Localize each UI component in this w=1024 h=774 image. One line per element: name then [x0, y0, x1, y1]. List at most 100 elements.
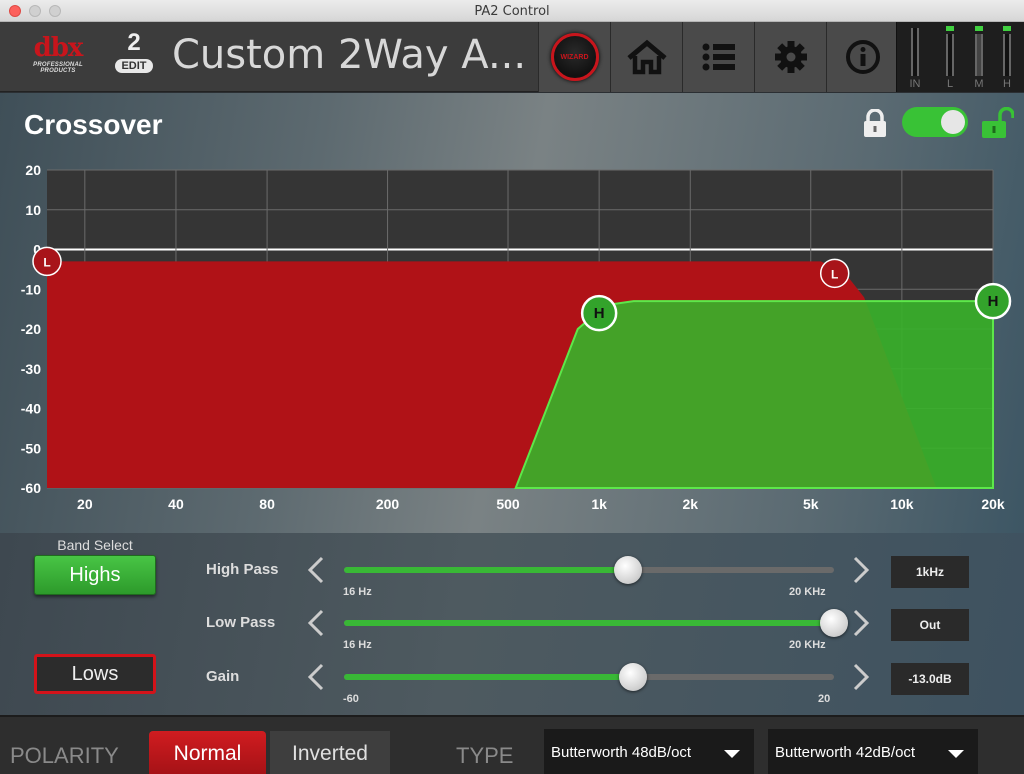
meter-label: L: [946, 78, 954, 90]
band-highs-button[interactable]: Highs: [34, 555, 156, 595]
preset-name: Custom 2Way A...: [172, 32, 527, 78]
crossover-panel: Crossover 20 10 0 -10 -20 -30 -40 -50 -60 20 40 80 2…: [0, 93, 1024, 533]
meter-in: IN: [908, 26, 922, 90]
x-tick-label: 20: [77, 496, 93, 512]
gain-fill: [344, 674, 634, 680]
gain-decrease-icon[interactable]: [306, 662, 326, 692]
footer-bar: POLARITY Normal Inverted TYPE Butterwort…: [0, 715, 1024, 774]
level-meters: IN L M H: [896, 22, 1024, 92]
info-button[interactable]: [826, 22, 898, 92]
chevron-down-icon: [724, 750, 740, 758]
low-pass-min-label: 16 Hz: [343, 639, 372, 651]
y-tick-label: 20: [25, 163, 41, 178]
x-tick-label: 2k: [682, 496, 698, 512]
meter-label: M: [974, 78, 984, 90]
edit-badge: EDIT: [115, 59, 153, 73]
low-pass-value[interactable]: Out: [891, 609, 969, 641]
filter-handle-label: H: [594, 305, 605, 322]
dbx-logo: dbx PROFESSIONAL PRODUCTS: [18, 34, 98, 80]
low-pass-thumb[interactable]: [820, 609, 848, 637]
x-tick-label: 200: [376, 496, 400, 512]
unlock-icon[interactable]: [980, 107, 1014, 139]
gain-slider[interactable]: [344, 674, 834, 680]
filter-handle-label: L: [43, 255, 50, 269]
list-icon: [702, 43, 735, 71]
x-tick-label: 1k: [591, 496, 607, 512]
band-select-label: Band Select: [57, 537, 133, 553]
meter-l: L: [943, 26, 957, 90]
series-area-highs: [514, 300, 994, 489]
high-pass-value[interactable]: 1kHz: [891, 556, 969, 588]
menu-button[interactable]: [682, 22, 754, 92]
gain-increase-icon[interactable]: [851, 662, 871, 692]
high-pass-slider[interactable]: [344, 567, 834, 573]
settings-button[interactable]: [754, 22, 826, 92]
lock-icon[interactable]: [862, 109, 888, 137]
logo-brand: dbx: [33, 33, 84, 63]
polarity-label: POLARITY: [10, 743, 119, 768]
gain-max-label: 20: [818, 693, 831, 705]
x-tick-label: 20k: [981, 496, 1005, 512]
window-title: PA2 Control: [474, 4, 550, 19]
high-pass-max-label: 20 KHz: [789, 586, 826, 598]
home-icon: [626, 39, 667, 75]
high-filter-type-value: Butterworth 48dB/oct: [551, 744, 692, 761]
low-pass-increase-icon[interactable]: [851, 608, 871, 638]
x-tick-label: 80: [259, 496, 275, 512]
toggle-knob: [941, 110, 965, 134]
high-pass-min-label: 16 Hz: [343, 586, 372, 598]
gain-thumb[interactable]: [619, 663, 648, 691]
meter-label: IN: [909, 78, 921, 90]
type-label: TYPE: [456, 743, 514, 768]
filter-handle-label: L: [831, 267, 838, 281]
x-tick-label: 500: [496, 496, 520, 512]
logo-subtitle: PROFESSIONAL PRODUCTS: [33, 62, 83, 74]
high-pass-decrease-icon[interactable]: [306, 555, 326, 585]
filter-handle-label: H: [988, 293, 999, 310]
app-header: dbx PROFESSIONAL PRODUCTS 2 EDIT Custom …: [0, 22, 1024, 92]
app-window: PA2 Control dbx PROFESSIONAL PRODUCTS 2 …: [0, 0, 1024, 774]
band-lows-button[interactable]: Lows: [34, 654, 156, 694]
meter-label: H: [1003, 78, 1011, 90]
low-filter-type-select[interactable]: Butterworth 42dB/oct: [768, 729, 978, 774]
panel-title: Crossover: [24, 109, 163, 140]
low-pass-max-label: 20 KHz: [789, 639, 826, 651]
home-button[interactable]: [610, 22, 682, 92]
y-tick-label: -20: [21, 321, 41, 337]
crossover-enable-toggle[interactable]: [902, 107, 968, 137]
meter-m: M: [972, 26, 986, 90]
meter-h: H: [1000, 26, 1014, 90]
low-pass-fill: [344, 620, 834, 626]
x-tick-label: 10k: [890, 496, 914, 512]
polarity-inverted-button[interactable]: Inverted: [270, 731, 390, 774]
preset-number: 2: [127, 29, 141, 56]
y-tick-label: -30: [21, 361, 41, 377]
low-pass-decrease-icon[interactable]: [306, 608, 326, 638]
preset-indicator[interactable]: 2 EDIT: [113, 30, 155, 74]
low-pass-label: Low Pass: [206, 614, 276, 631]
gain-value[interactable]: -13.0dB: [891, 663, 969, 695]
y-tick-label: -50: [21, 440, 41, 456]
wizard-icon: WIZARD: [550, 33, 599, 81]
high-pass-thumb[interactable]: [614, 556, 643, 584]
info-icon: [845, 40, 880, 74]
crossover-chart[interactable]: 20100-10-20-30-40-50-6020 40 80 200 500 1k 2k 5…: [0, 163, 1024, 533]
title-bar: PA2 Control: [0, 0, 1024, 22]
gain-label: Gain: [206, 668, 240, 685]
y-tick-label: -10: [21, 281, 41, 297]
low-filter-type-value: Butterworth 42dB/oct: [775, 744, 916, 761]
low-pass-slider[interactable]: [344, 620, 834, 626]
chevron-down-icon: [948, 750, 964, 758]
y-tick-label: -40: [21, 401, 41, 417]
wizard-button[interactable]: WIZARD: [538, 22, 610, 92]
high-pass-increase-icon[interactable]: [851, 555, 871, 585]
high-pass-label: High Pass: [206, 561, 279, 578]
x-tick-label: 40: [168, 496, 184, 512]
high-filter-type-select[interactable]: Butterworth 48dB/oct: [544, 729, 754, 774]
x-tick-label: 5k: [803, 496, 819, 512]
polarity-normal-button[interactable]: Normal: [149, 731, 266, 774]
gear-icon: [774, 41, 807, 73]
y-tick-label: 10: [25, 202, 41, 218]
y-tick-label: -60: [21, 480, 41, 496]
gain-min-label: -60: [343, 693, 359, 705]
